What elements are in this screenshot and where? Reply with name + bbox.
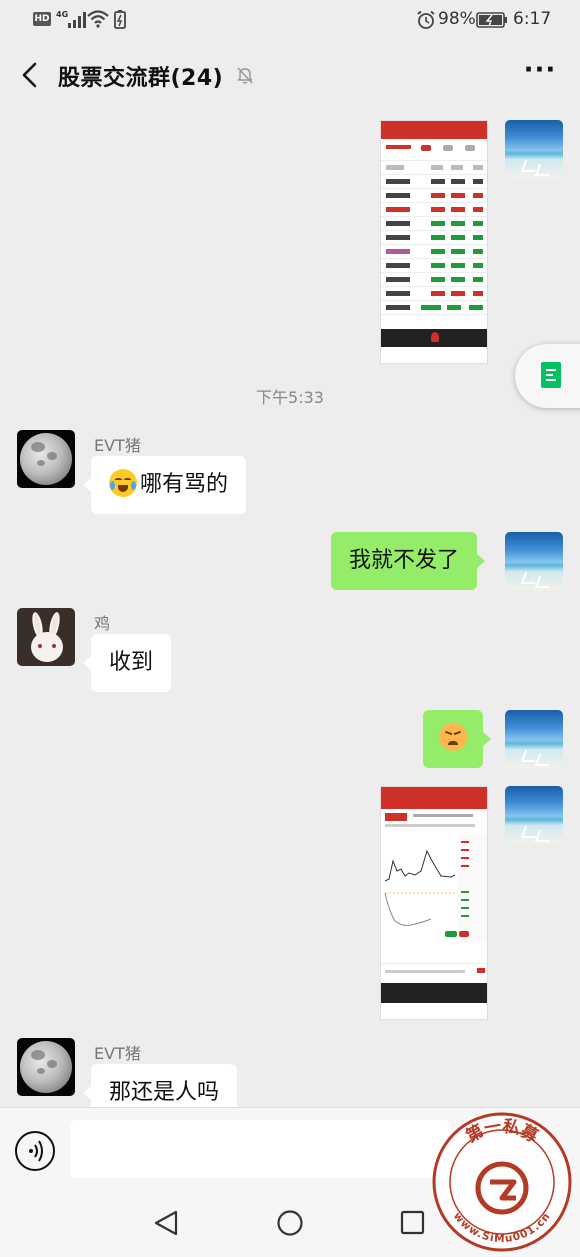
stock-chart-thumbnail [384,833,487,943]
sender-name: EVT猪 [94,1044,141,1063]
battery-percent: 98% [438,9,476,29]
image-message-stock-chart[interactable] [380,786,488,1020]
message-bubble-self[interactable]: 我就不发了 [331,532,486,590]
simu001-watermark-logo: 第一私募 www.SiMu001.cn [432,1112,572,1252]
mute-bell-icon [237,67,253,84]
avatar-self[interactable] [505,710,563,768]
message-text: 收到 [109,650,154,675]
battery-icon [476,12,507,28]
chat-title: 股票交流群(24) [58,66,224,91]
alarm-icon [417,10,435,29]
more-icon[interactable]: ··· [520,57,560,90]
nav-recent-icon[interactable] [400,1210,426,1236]
angry-face-emoji-icon [439,723,467,751]
message-bubble-self-emoji[interactable] [423,710,491,768]
message-text: 那还是人吗 [109,1080,220,1105]
message-bubble[interactable]: 那还是人吗 [82,1064,238,1107]
avatar-self[interactable] [505,786,563,844]
message-text: 我就不发了 [349,548,460,573]
back-arrow-icon[interactable] [17,60,47,90]
avatar-rabbit[interactable] [17,608,75,666]
clock: 6:17 [513,9,552,29]
message-text: 哪有骂的 [140,472,229,497]
wifi-icon [87,10,109,28]
status-bar: HD 4G 98% 6:17 [0,0,580,40]
hd-icon: HD [33,12,51,26]
message-bubble[interactable]: 哪有骂的 [82,456,247,514]
avatar-self[interactable] [505,532,563,590]
message-timestamp: 下午5:33 [256,388,324,407]
nav-home-icon[interactable] [276,1209,304,1237]
avatar-self[interactable] [505,120,563,178]
sender-name: EVT猪 [94,436,141,455]
crying-laughing-emoji-icon [109,469,137,497]
battery-saver-icon [114,10,126,29]
sender-name: 鸡 [94,614,111,633]
voice-icon[interactable] [15,1131,55,1171]
nav-back-icon[interactable] [153,1209,179,1237]
message-bubble[interactable]: 收到 [82,634,172,692]
chat-header: 股票交流群(24) ··· [0,40,580,110]
chat-message-list[interactable]: 下午5:33 EVT猪 哪有骂的 我就不发了 鸡 收到 EVT猪 那还是人吗 [0,110,580,1107]
avatar-evt[interactable] [17,1038,75,1096]
message-input[interactable] [70,1120,450,1178]
avatar-evt[interactable] [17,430,75,488]
network-type-label: 4G [56,10,69,19]
image-message-stock-list[interactable] [380,120,488,364]
